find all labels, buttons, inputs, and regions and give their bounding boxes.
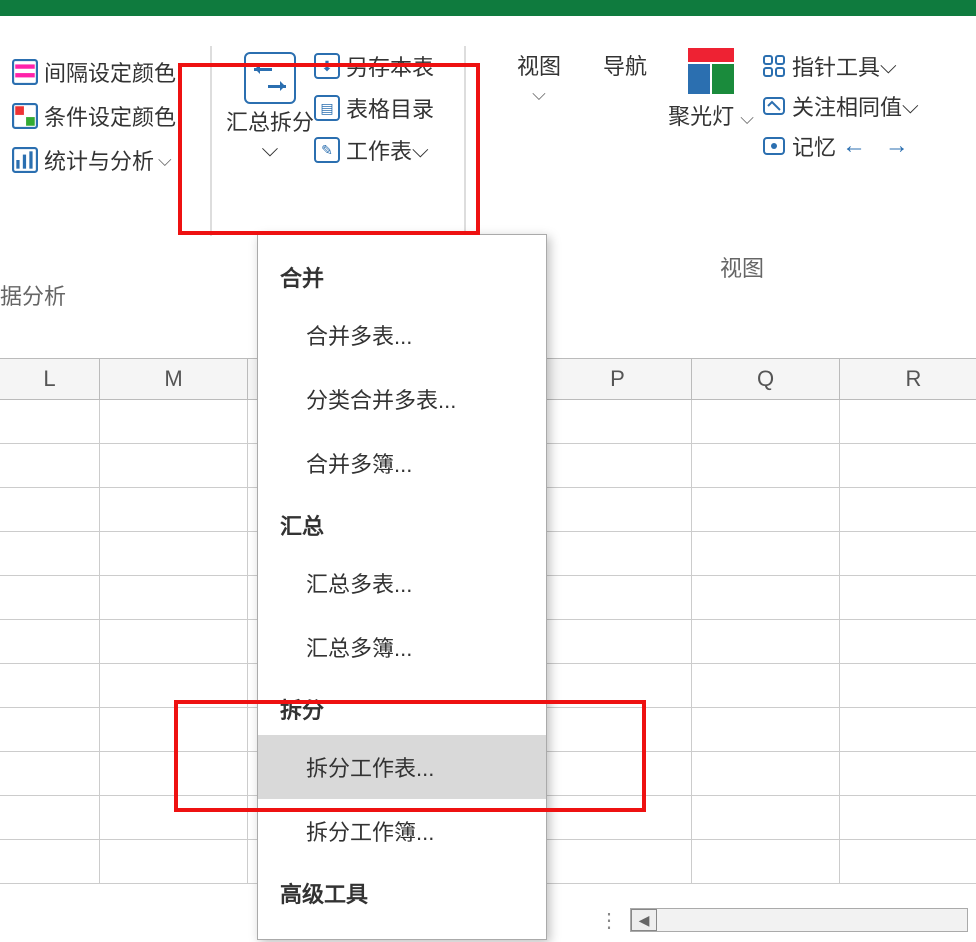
chevron-down-icon: ⌵ (902, 93, 919, 119)
follow-same-button[interactable]: 关注相同值 ⌵ (762, 90, 919, 122)
memory-icon (762, 134, 786, 158)
interval-color-button[interactable]: 间隔设定颜色 (12, 56, 200, 88)
ribbon-group-summary-split: 汇总拆分 ⌵ ⬇ 另存本表 ▤ 表格目录 ✎ 工作表 ⌵ (212, 36, 444, 166)
ribbon-group-data-analysis: 间隔设定颜色 条件设定颜色 统计与分析 ⌵ (0, 36, 210, 188)
menu-category-merge[interactable]: 分类合并多表... (258, 367, 546, 431)
interval-color-icon (12, 59, 38, 85)
menu-merge-tables[interactable]: 合并多表... (258, 303, 546, 367)
follow-same-icon (762, 94, 786, 118)
column-header[interactable]: P (544, 359, 692, 399)
app-title-bar (0, 0, 976, 16)
menu-section-split: 拆分 (258, 679, 546, 735)
pointer-tool-icon (762, 54, 786, 78)
chevron-down-icon: ⌵ (412, 137, 429, 163)
horizontal-scrollbar[interactable]: ⋮ ◀ (590, 906, 968, 934)
stats-analysis-label: 统计与分析 (44, 144, 154, 176)
worksheet-button[interactable]: ✎ 工作表 ⌵ (314, 134, 434, 166)
chevron-down-icon: ⌵ (532, 84, 546, 104)
stats-analysis-icon (12, 147, 38, 173)
scroll-left-button[interactable]: ◀ (631, 909, 657, 931)
memory-button[interactable]: 记忆 ← → (762, 130, 919, 162)
summary-split-dropdown: 合并 合并多表... 分类合并多表... 合并多簿... 汇总 汇总多表... … (257, 234, 547, 940)
chevron-down-icon: ⌵ (880, 53, 897, 79)
summary-split-icon (244, 52, 296, 104)
nav-arrows-icon[interactable]: ← → (842, 132, 915, 160)
stats-analysis-button[interactable]: 统计与分析 ⌵ (12, 144, 200, 176)
group-label-view: 视图 (720, 251, 764, 283)
chevron-down-icon: ⌵ (158, 150, 172, 171)
table-catalog-button[interactable]: ▤ 表格目录 (314, 92, 434, 124)
pointer-tool-label: 指针工具 (792, 50, 880, 82)
menu-split-worksheet[interactable]: 拆分工作表... (258, 735, 546, 799)
menu-summary-workbooks[interactable]: 汇总多簿... (258, 615, 546, 679)
conditional-color-button[interactable]: 条件设定颜色 (12, 100, 200, 132)
menu-section-advanced: 高级工具 (258, 863, 546, 919)
memory-label: 记忆 (792, 130, 836, 162)
save-table-button[interactable]: ⬇ 另存本表 (314, 50, 434, 82)
pointer-tool-button[interactable]: 指针工具 ⌵ (762, 50, 919, 82)
chevron-down-icon: ⌵ (740, 108, 754, 128)
group-label-data-analysis: 据分析 (0, 279, 66, 311)
column-header[interactable]: Q (692, 359, 840, 399)
column-header[interactable]: L (0, 359, 100, 399)
summary-split-button[interactable]: 汇总拆分 ⌵ (226, 46, 314, 166)
conditional-color-label: 条件设定颜色 (44, 100, 176, 132)
view-button[interactable]: 视图 ⌵ (496, 46, 582, 107)
column-header[interactable]: M (100, 359, 248, 399)
summary-split-label: 汇总拆分 (226, 110, 314, 135)
conditional-color-icon (12, 103, 38, 129)
save-table-icon: ⬇ (314, 53, 340, 79)
menu-summary-tables[interactable]: 汇总多表... (258, 551, 546, 615)
menu-section-merge: 合并 (258, 247, 546, 303)
menu-merge-workbooks[interactable]: 合并多簿... (258, 431, 546, 495)
follow-same-label: 关注相同值 (792, 90, 902, 122)
ribbon-group-view: 视图 ⌵ 导航 聚光灯 ⌵ 指针工具 ⌵ 关注相同值 ⌵ (466, 36, 919, 162)
spotlight-button[interactable]: 聚光灯 ⌵ (668, 46, 754, 131)
save-table-label: 另存本表 (346, 50, 434, 82)
table-catalog-label: 表格目录 (346, 92, 434, 124)
worksheet-label: 工作表 (346, 134, 412, 166)
menu-split-workbook[interactable]: 拆分工作簿... (258, 799, 546, 863)
spotlight-icon (686, 46, 736, 96)
interval-color-label: 间隔设定颜色 (44, 56, 176, 88)
view-label: 视图 (517, 54, 561, 79)
spotlight-label: 聚光灯 (668, 104, 734, 129)
menu-section-summary: 汇总 (258, 495, 546, 551)
chevron-down-icon: ⌵ (262, 136, 279, 161)
scrollbar-grip-icon[interactable]: ⋮ (590, 908, 630, 933)
column-header[interactable]: R (840, 359, 976, 399)
navigation-label: 导航 (603, 54, 647, 80)
navigation-button[interactable]: 导航 (582, 46, 668, 80)
ribbon: 间隔设定颜色 条件设定颜色 统计与分析 ⌵ (0, 16, 976, 268)
table-catalog-icon: ▤ (314, 95, 340, 121)
worksheet-icon: ✎ (314, 137, 340, 163)
